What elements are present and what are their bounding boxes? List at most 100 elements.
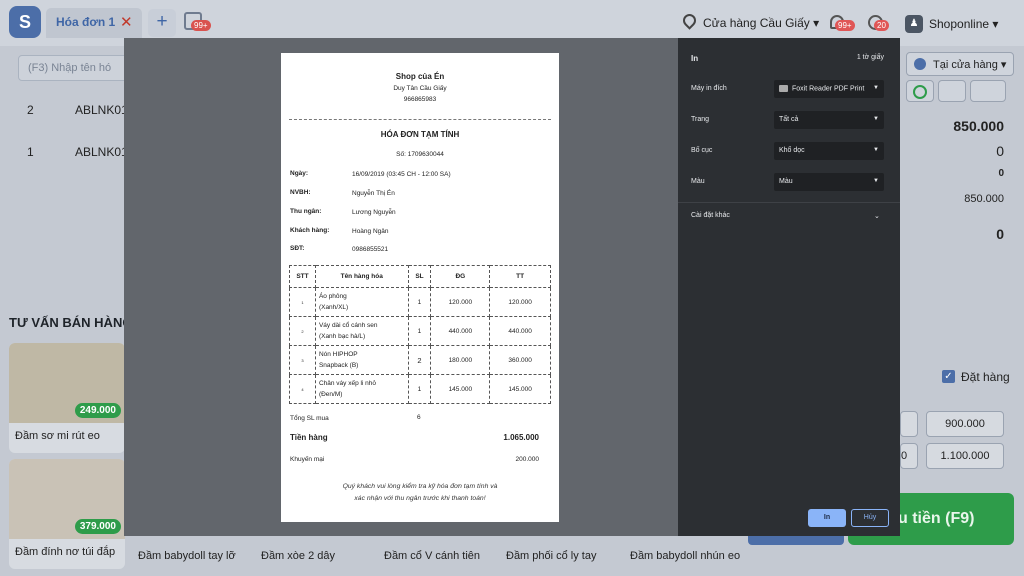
- delivery-icon[interactable]: [938, 80, 966, 102]
- cell-name: Chân váy xếp li nhỏ (Đen/M): [314, 374, 409, 404]
- user-menu[interactable]: Shoponline ▾: [929, 17, 998, 31]
- item-variant: (Đen/M): [318, 391, 343, 398]
- print-settings-panel: In 1 tờ giấy Máy in đích Foxit Reader PD…: [678, 38, 900, 536]
- product-card[interactable]: 249.000 Đầm sơ mi rút eo: [9, 343, 125, 453]
- row-number: 2: [27, 103, 34, 117]
- search-input[interactable]: (F3) Nhập tên hó: [18, 55, 130, 81]
- cell-name: Áo phông (Xanh/XL): [314, 287, 409, 317]
- header-stt: STT: [289, 265, 316, 288]
- store-mode-button[interactable]: Tại cửa hàng ▾: [906, 52, 1014, 76]
- dropdown-arrow-icon: ▼: [873, 85, 879, 91]
- cancel-button[interactable]: Hủy: [851, 509, 889, 527]
- add-customer-button[interactable]: [906, 80, 934, 102]
- row-number: 1: [27, 145, 34, 159]
- secondary-action-button[interactable]: [748, 535, 844, 545]
- quick-amount-button[interactable]: 0: [900, 443, 918, 469]
- order-row[interactable]: 2 ABLNK01-: [10, 103, 132, 145]
- search-placeholder: (F3) Nhập tên hó: [28, 62, 112, 74]
- cell-price: 145.000: [430, 374, 491, 404]
- store-selector[interactable]: Cửa hàng Cầu Giấy ▾: [703, 16, 819, 30]
- section-title: TƯ VẤN BÁN HÀNG: [9, 315, 133, 330]
- more-settings-toggle[interactable]: Cài đặt khác ⌄: [691, 212, 880, 220]
- plus-circle-icon: [913, 85, 927, 99]
- table-header-row: STT Tên hàng hóa SL ĐG TT: [289, 265, 551, 288]
- quick-amount-button[interactable]: 1.100.000: [926, 443, 1004, 469]
- receipt-number: Số: 1709630044: [396, 151, 444, 158]
- item-name: Nón HIPHOP: [318, 351, 358, 358]
- shop-address: Duy Tân Cầu Giấy: [393, 85, 447, 92]
- cell-total: 120.000: [489, 287, 551, 317]
- product-name[interactable]: Đầm xòe 2 dây: [261, 550, 335, 562]
- item-name: Chân váy xếp li nhỏ: [318, 380, 377, 387]
- item-name: Áo phông: [318, 293, 347, 300]
- divider: [289, 119, 551, 120]
- quick-amount-button[interactable]: 900.000: [926, 411, 1004, 437]
- pages-select[interactable]: Tất cả ▼: [774, 111, 884, 129]
- add-tab-button[interactable]: +: [148, 9, 176, 37]
- table-row: 1 Áo phông (Xanh/XL) 1 120.000 120.000: [289, 287, 551, 317]
- cell-stt: 4: [289, 374, 316, 404]
- product-name[interactable]: Đầm cổ V cánh tiên: [384, 550, 480, 562]
- item-variant: (Xanh bạc hà/L): [318, 333, 366, 340]
- header-qty: SL: [407, 265, 432, 288]
- field-label: Khách hàng:: [290, 227, 330, 234]
- note-line: Quý khách vui lòng kiểm tra kỹ hóa đơn t…: [342, 483, 498, 490]
- print-button[interactable]: In: [808, 509, 846, 527]
- more-settings-label: Cài đặt khác: [691, 212, 730, 219]
- cell-qty: 1: [407, 374, 432, 404]
- product-name: Đầm sơ mi rút eo: [15, 430, 100, 442]
- product-card[interactable]: 379.000 Đầm đính nơ túi đắp: [9, 459, 125, 569]
- store-icon: [914, 58, 926, 70]
- total-qty-label: Tổng SL mua: [290, 415, 329, 422]
- discount-value[interactable]: 0: [996, 143, 1004, 159]
- tab-invoice-1[interactable]: Hóa đơn 1 ✕: [46, 8, 142, 38]
- product-name[interactable]: Đầm babydoll nhún eo: [630, 550, 740, 562]
- dropdown-arrow-icon: ▼: [873, 147, 879, 153]
- invoice-count-badge: 99+: [191, 20, 211, 31]
- receipt-preview: Shop của Én Duy Tân Cầu Giấy 966865983 H…: [281, 53, 559, 522]
- header-name: Tên hàng hóa: [314, 265, 409, 288]
- user-icon[interactable]: ♟: [905, 15, 923, 33]
- cell-stt: 2: [289, 316, 316, 346]
- destination-value: Foxit Reader PDF Print: [792, 85, 865, 93]
- product-name[interactable]: Đầm babydoll tay lỡ: [138, 550, 236, 562]
- dropdown-arrow-icon: ▼: [873, 116, 879, 122]
- field-value: Lương Nguyễn: [352, 209, 396, 216]
- subtotal-label: Tiền hàng: [290, 433, 328, 442]
- field-label: SĐT:: [290, 245, 305, 252]
- layout-select[interactable]: Khổ dọc ▼: [774, 142, 884, 160]
- tab-label: Hóa đơn 1: [56, 15, 116, 29]
- item-variant: (Xanh/XL): [318, 304, 349, 311]
- subtotal-value: 1.065.000: [503, 433, 539, 442]
- user-name: Shoponline: [929, 17, 990, 31]
- table-row: 4 Chân váy xếp li nhỏ (Đen/M) 1 145.000 1…: [289, 374, 551, 404]
- quick-amount-button[interactable]: [900, 411, 918, 437]
- receipt-title: HÓA ĐƠN TẠM TÍNH: [380, 130, 460, 139]
- cell-price: 440.000: [430, 316, 491, 346]
- field-value: 0986855521: [352, 246, 389, 253]
- close-icon[interactable]: ✕: [120, 13, 133, 31]
- product-price: 249.000: [74, 403, 121, 418]
- field-value: Nguyễn Thị Én: [352, 190, 395, 197]
- printer-icon: [779, 85, 788, 92]
- order-checkbox[interactable]: ✓: [942, 370, 955, 383]
- destination-select[interactable]: Foxit Reader PDF Print ▼: [774, 80, 884, 98]
- cell-price: 180.000: [430, 345, 491, 375]
- color-value: Màu: [779, 178, 793, 185]
- gift-icon[interactable]: [970, 80, 1006, 102]
- layout-value: Khổ dọc: [779, 147, 805, 154]
- discount-value: 200.000: [515, 456, 540, 463]
- product-name[interactable]: Đầm phối cổ ly tay: [506, 550, 596, 562]
- print-title: In: [691, 54, 699, 63]
- cell-total: 145.000: [489, 374, 551, 404]
- discount-label: Khuyến mại: [290, 456, 325, 463]
- history-badge: 20: [874, 20, 889, 31]
- header-price: ĐG: [430, 265, 491, 288]
- order-checkbox-label: Đặt hàng: [961, 370, 1010, 384]
- color-select[interactable]: Màu ▼: [774, 173, 884, 191]
- app-logo[interactable]: S: [9, 6, 41, 38]
- cell-name: Nón HIPHOP Snapback (B): [314, 345, 409, 375]
- customer-pay-value[interactable]: 850.000: [964, 193, 1004, 205]
- store-name: Cửa hàng Cầu Giấy: [703, 16, 810, 30]
- order-row[interactable]: 1 ABLNK01-: [10, 145, 132, 187]
